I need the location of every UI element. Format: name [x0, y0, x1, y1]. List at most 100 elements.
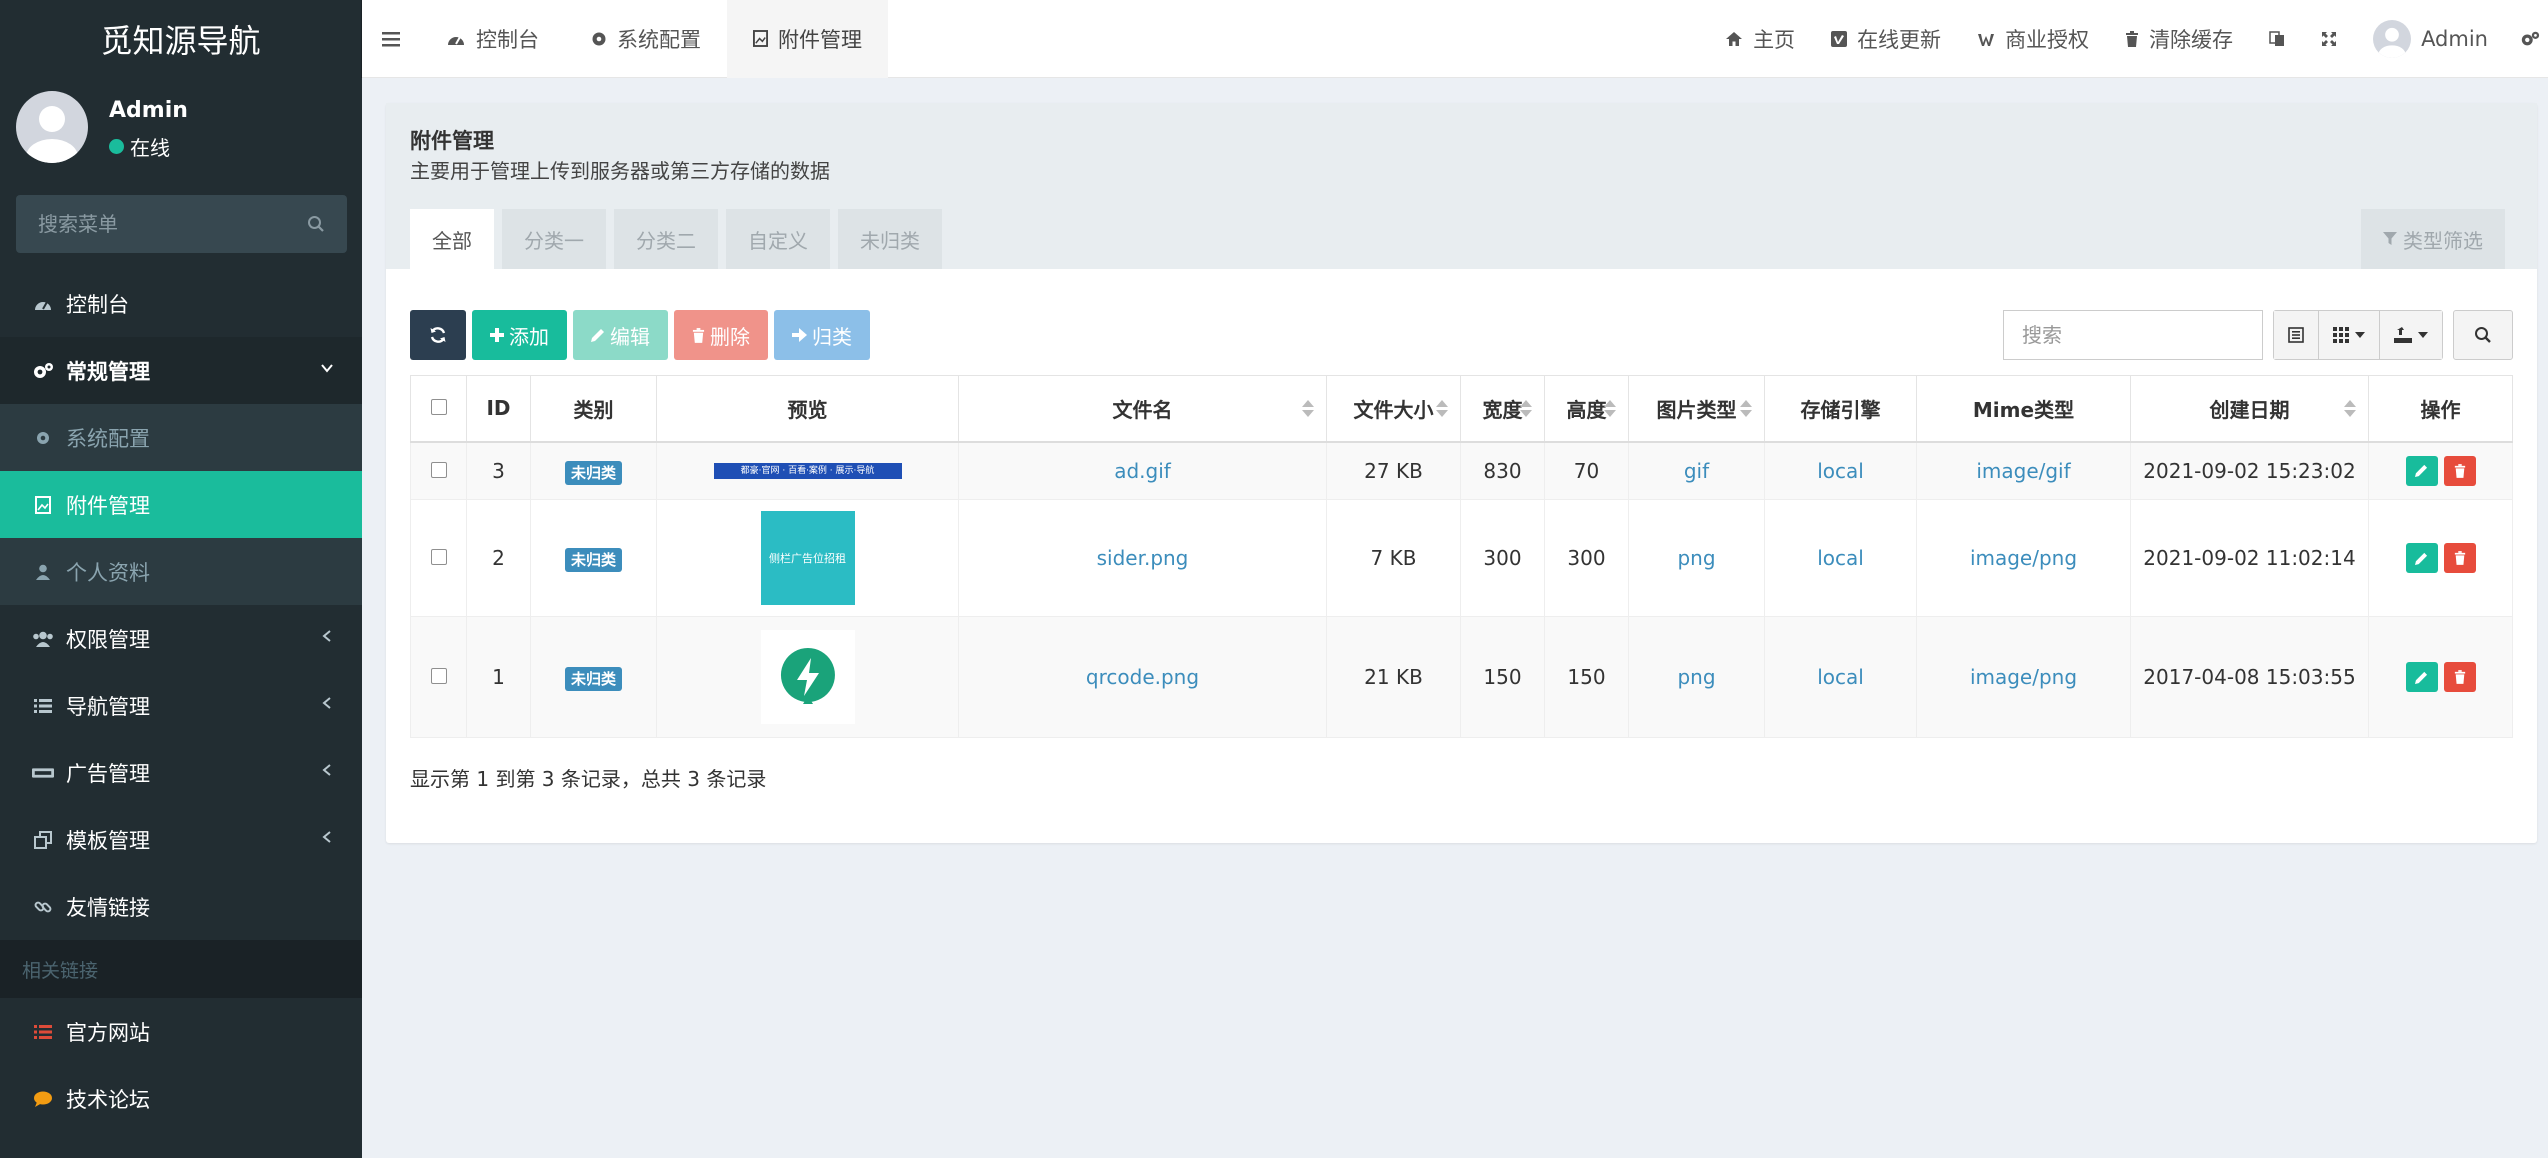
col-height[interactable]: 高度	[1544, 375, 1629, 443]
preview-image-square[interactable]: 侧栏广告位招租	[760, 511, 855, 605]
storage-link[interactable]: local	[1817, 665, 1864, 689]
sidebar-toggle-button[interactable]	[362, 0, 420, 78]
trash-icon	[2454, 551, 2465, 565]
edit-button[interactable]: 编辑	[573, 310, 668, 360]
col-imagetype[interactable]: 图片类型	[1628, 375, 1765, 443]
table-row[interactable]: 1 未归类 qrcode.png 21 KB 150 150 png local…	[410, 616, 2513, 738]
online-update-link[interactable]: 在线更新	[1813, 0, 1959, 78]
col-filesize[interactable]: 文件大小	[1326, 375, 1461, 443]
col-filename[interactable]: 文件名	[958, 375, 1327, 443]
row-delete-button[interactable]	[2443, 455, 2476, 486]
mime-link[interactable]: image/png	[1970, 665, 2077, 689]
storage-link[interactable]: local	[1817, 546, 1864, 570]
filename-link[interactable]: sider.png	[1097, 546, 1189, 570]
cell-size: 21 KB	[1326, 616, 1461, 738]
category-badge[interactable]: 未归类	[564, 548, 622, 572]
delete-button[interactable]: 删除	[674, 310, 768, 360]
refresh-icon	[430, 327, 446, 343]
tab-all[interactable]: 全部	[410, 209, 494, 269]
classify-button[interactable]: 归类	[774, 310, 870, 360]
sidebar-item-templates[interactable]: 模板管理	[0, 806, 362, 873]
col-mime[interactable]: Mime类型	[1916, 375, 2131, 443]
delete-label: 删除	[710, 324, 750, 349]
sidebar-item-attachments[interactable]: 附件管理	[0, 471, 362, 538]
row-edit-button[interactable]	[2405, 543, 2438, 573]
add-button[interactable]: 添加	[472, 310, 567, 360]
home-link[interactable]: 主页	[1707, 0, 1813, 78]
mime-link[interactable]: image/gif	[1976, 459, 2070, 483]
columns-button[interactable]	[2319, 311, 2380, 359]
sidebar-search	[16, 195, 347, 253]
table-tools	[2003, 310, 2513, 360]
tab-custom[interactable]: 自定义	[726, 209, 830, 269]
users-icon	[32, 628, 54, 650]
sidebar-item-navigation[interactable]: 导航管理	[0, 672, 362, 739]
col-created[interactable]: 创建日期	[2130, 375, 2369, 443]
commercial-license-link[interactable]: 商业授权	[1959, 0, 2107, 78]
row-checkbox[interactable]	[430, 461, 447, 478]
search-icon[interactable]	[307, 215, 325, 233]
sidebar-search-input[interactable]	[38, 212, 278, 236]
mime-link[interactable]: image/png	[1970, 546, 2077, 570]
table-row[interactable]: 2 未归类 侧栏广告位招租 sider.png 7 KB 300 300 png…	[410, 499, 2513, 617]
type-filter-button[interactable]: 类型筛选	[2361, 209, 2505, 269]
export-button[interactable]	[2380, 311, 2442, 359]
sidebar-item-label: 官方网站	[66, 1020, 150, 1045]
dashboard-icon	[448, 36, 464, 45]
caret-down-icon	[2418, 332, 2428, 338]
user-panel: Admin 在线	[0, 78, 362, 178]
row-delete-button[interactable]	[2443, 662, 2476, 692]
category-badge[interactable]: 未归类	[564, 460, 622, 485]
col-category[interactable]: 类别	[530, 375, 657, 443]
tab-unclassified[interactable]: 未归类	[838, 209, 942, 269]
tab-category-2[interactable]: 分类二	[614, 209, 718, 269]
sidebar-item-system-config[interactable]: 系统配置	[0, 404, 362, 471]
row-edit-button[interactable]	[2405, 455, 2438, 486]
preview-image-qrcode[interactable]	[760, 630, 855, 724]
fullscreen-button[interactable]	[2303, 0, 2355, 78]
row-checkbox[interactable]	[430, 549, 447, 565]
storage-link[interactable]: local	[1817, 459, 1864, 483]
imagetype-link[interactable]: png	[1677, 665, 1715, 689]
imagetype-link[interactable]: gif	[1684, 459, 1709, 483]
user-menu[interactable]: Admin	[2355, 0, 2506, 78]
table-search-input[interactable]	[2003, 310, 2263, 360]
app-logo[interactable]: 觅知源导航	[0, 0, 362, 78]
clear-cache-button[interactable]: 清除缓存	[2107, 0, 2251, 78]
row-delete-button[interactable]	[2443, 543, 2476, 573]
col-id[interactable]: ID	[466, 375, 531, 443]
toggle-view-button[interactable]	[2274, 311, 2319, 359]
sidebar-item-forum[interactable]: 技术论坛	[0, 1065, 362, 1132]
refresh-button[interactable]	[410, 310, 466, 360]
tab-dashboard[interactable]: 控制台	[420, 0, 565, 78]
sidebar-item-profile[interactable]: 个人资料	[0, 538, 362, 605]
advanced-search-button[interactable]	[2453, 310, 2513, 360]
cell-filename: qrcode.png	[958, 616, 1327, 738]
col-storage[interactable]: 存储引擎	[1764, 375, 1917, 443]
category-badge[interactable]: 未归类	[564, 667, 622, 691]
filename-link[interactable]: ad.gif	[1114, 459, 1171, 483]
sidebar-item-links[interactable]: 友情链接	[0, 873, 362, 940]
sidebar-item-ads[interactable]: 广告管理	[0, 739, 362, 806]
trash-icon	[692, 327, 705, 343]
select-all-cell	[410, 375, 467, 443]
table-row[interactable]: 3 未归类 都豪·官网 · 百看·案例 · 展示·导航 ad.gif 27 KB…	[410, 441, 2513, 500]
tab-category-1[interactable]: 分类一	[502, 209, 606, 269]
row-edit-button[interactable]	[2405, 662, 2438, 692]
language-toggle-button[interactable]	[2251, 0, 2303, 78]
filename-link[interactable]: qrcode.png	[1086, 665, 1199, 689]
sidebar-item-permissions[interactable]: 权限管理	[0, 605, 362, 672]
imagetype-link[interactable]: png	[1677, 546, 1715, 570]
col-width[interactable]: 宽度	[1460, 375, 1545, 443]
tab-attachments[interactable]: 附件管理	[727, 0, 888, 78]
navbar-right: 主页 在线更新 商业授权 清除缓存 Admin	[1707, 0, 2548, 78]
type-filter-label: 类型筛选	[2403, 228, 2483, 253]
tab-system-config[interactable]: 系统配置	[565, 0, 727, 78]
sidebar-item-official-site[interactable]: 官方网站	[0, 998, 362, 1065]
row-checkbox[interactable]	[430, 668, 447, 684]
preview-image-banner[interactable]: 都豪·官网 · 百看·案例 · 展示·导航	[713, 462, 902, 479]
sidebar-item-general[interactable]: 常规管理	[0, 337, 362, 404]
settings-button[interactable]	[2506, 0, 2548, 78]
select-all-checkbox[interactable]	[430, 399, 447, 416]
sidebar-item-dashboard[interactable]: 控制台	[0, 270, 362, 337]
